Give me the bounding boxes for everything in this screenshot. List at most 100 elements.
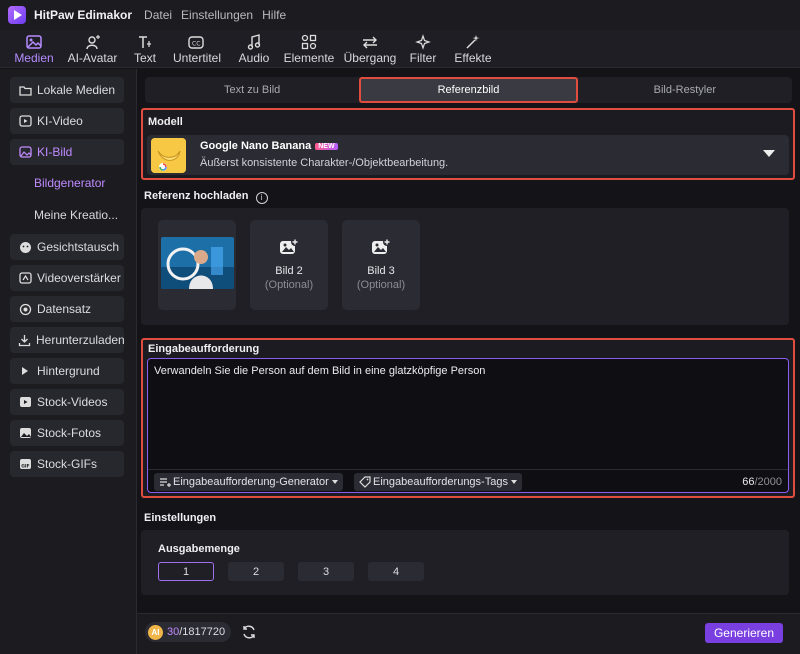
toolbar-uebergang[interactable]: Übergang	[339, 30, 401, 68]
toolbar-effekte-label: Effekte	[454, 51, 492, 65]
sidebar: Lokale Medien KI-Video KI-Bild Bildgener…	[0, 69, 137, 654]
credits-total: /1817720	[179, 626, 226, 638]
sidebar-item-label: Herunterzuladen	[36, 333, 125, 347]
model-thumbnail	[151, 138, 186, 173]
quantity-option-3[interactable]: 3	[298, 562, 354, 581]
menu-einstellungen[interactable]: Einstellungen	[181, 8, 253, 22]
avatar-icon	[85, 33, 101, 51]
add-image-icon	[371, 238, 391, 259]
reference-slot-2[interactable]: Bild 2 (Optional)	[250, 220, 328, 310]
toolbar-filter-label: Filter	[409, 51, 437, 65]
toolbar-medien[interactable]: Medien	[8, 30, 60, 68]
sidebar-subitem-meine-kreationen[interactable]: Meine Kreatio...	[10, 202, 124, 228]
main-toolbar: Medien AI-Avatar Text CC Untertitel Audi…	[0, 30, 800, 68]
sidebar-item-label: Stock-Fotos	[37, 426, 102, 440]
model-name: Google Nano Banana NEW	[200, 140, 338, 152]
output-quantity-label: Ausgabemenge	[158, 543, 240, 555]
generate-button[interactable]: Generieren	[705, 623, 783, 643]
stock-video-icon	[18, 395, 32, 409]
char-count-current: 66	[742, 476, 755, 488]
chevron-down-icon[interactable]	[763, 150, 775, 157]
prompt-section-title: Eingabeaufforderung	[148, 343, 260, 355]
audio-icon	[247, 33, 261, 51]
sidebar-item-videoverstaerker[interactable]: Videoverstärker	[10, 265, 124, 291]
credits-display: AI 30 /1817720	[145, 622, 232, 642]
slot-optional: (Optional)	[356, 279, 406, 291]
tab-text-zu-bild[interactable]: Text zu Bild	[145, 77, 359, 103]
sidebar-item-label: Lokale Medien	[37, 83, 116, 97]
reference-upload-area: Bild 2 (Optional) Bild 3 (Optional)	[141, 208, 789, 325]
slot-optional: (Optional)	[264, 279, 314, 291]
credits-used: 30	[167, 626, 180, 638]
sidebar-item-stock-gifs[interactable]: GIF Stock-GIFs	[10, 451, 124, 477]
info-icon[interactable]: i	[255, 192, 268, 204]
toolbar-audio[interactable]: Audio	[229, 30, 279, 68]
folder-icon	[18, 83, 32, 97]
toolbar-effekte[interactable]: Effekte	[445, 30, 501, 68]
text-icon	[137, 33, 153, 51]
menu-datei[interactable]: Datei	[144, 8, 172, 22]
tab-referenzbild[interactable]: Referenzbild	[359, 77, 578, 103]
reference-slot-3[interactable]: Bild 3 (Optional)	[342, 220, 420, 310]
ai-video-icon	[18, 114, 32, 128]
app-title: HitPaw Edimakor	[34, 8, 133, 22]
prompt-generator-icon	[159, 477, 171, 488]
app-logo-icon	[8, 6, 26, 24]
toolbar-text[interactable]: Text	[125, 30, 165, 68]
model-dropdown[interactable]: Google Nano Banana NEW Äußerst konsistent…	[147, 135, 789, 175]
new-badge: NEW	[315, 143, 338, 150]
menu-hilfe[interactable]: Hilfe	[262, 8, 286, 22]
sidebar-item-label: Datensatz	[37, 302, 92, 316]
prompt-tags-button[interactable]: Eingabeaufforderungs-Tags	[354, 473, 522, 491]
svg-text:GIF: GIF	[21, 463, 29, 469]
sidebar-item-stock-fotos[interactable]: Stock-Fotos	[10, 420, 124, 446]
transition-icon	[361, 33, 379, 51]
reference-slot-1[interactable]	[158, 220, 236, 310]
title-bar: HitPaw Edimakor Datei Einstellungen Hilf…	[0, 0, 800, 30]
toolbar-medien-label: Medien	[14, 51, 54, 65]
sidebar-item-lokale-medien[interactable]: Lokale Medien	[10, 77, 124, 103]
sidebar-item-gesichtstausch[interactable]: Gesichtstausch	[10, 234, 124, 260]
prompt-text: Verwandeln Sie die Person auf dem Bild i…	[154, 365, 486, 377]
model-description: Äußerst konsistente Charakter-/Objektbea…	[200, 157, 449, 169]
refresh-icon[interactable]	[241, 624, 257, 643]
prompt-footer: Eingabeaufforderung-Generator Eingabeauf…	[148, 469, 788, 493]
reference-title-text: Referenz hochladen	[144, 190, 249, 202]
prompt-generator-button[interactable]: Eingabeaufforderung-Generator	[154, 473, 343, 491]
quantity-option-1[interactable]: 1	[158, 562, 214, 581]
sidebar-item-herunterzuladen[interactable]: Herunterzuladen	[10, 327, 125, 353]
effects-icon	[465, 33, 481, 51]
background-icon	[18, 364, 32, 378]
filter-icon	[415, 33, 431, 51]
toolbar-untertitel[interactable]: CC Untertitel	[165, 30, 229, 68]
prompt-textarea[interactable]: Verwandeln Sie die Person auf dem Bild i…	[147, 358, 789, 493]
prompt-section: Eingabeaufforderung Verwandeln Sie die P…	[141, 338, 795, 498]
sidebar-item-ki-video[interactable]: KI-Video	[10, 108, 124, 134]
caret-down-icon	[331, 480, 338, 484]
quantity-option-2[interactable]: 2	[228, 562, 284, 581]
slot-name: Bild 3	[367, 265, 395, 277]
sidebar-item-stock-videos[interactable]: Stock-Videos	[10, 389, 124, 415]
slot-name: Bild 2	[275, 265, 303, 277]
sidebar-item-hintergrund[interactable]: Hintergrund	[10, 358, 124, 384]
sidebar-item-label: Gesichtstausch	[37, 240, 120, 254]
sidebar-subitem-bildgenerator[interactable]: Bildgenerator	[10, 170, 124, 196]
toolbar-audio-label: Audio	[238, 51, 270, 65]
subtitle-icon: CC	[188, 33, 206, 51]
sidebar-item-label: KI-Video	[37, 114, 83, 128]
tab-bild-restyler[interactable]: Bild-Restyler	[578, 77, 792, 103]
sidebar-item-datensatz[interactable]: Datensatz	[10, 296, 124, 322]
toolbar-uebergang-label: Übergang	[343, 51, 397, 65]
model-section-title: Modell	[148, 116, 183, 128]
sidebar-item-ki-bild[interactable]: KI-Bild	[10, 139, 124, 165]
sidebar-item-label: Stock-GIFs	[37, 457, 98, 471]
toolbar-elemente-label: Elemente	[283, 51, 335, 65]
toolbar-text-label: Text	[133, 51, 156, 65]
sidebar-item-label: Stock-Videos	[37, 395, 108, 409]
toolbar-filter[interactable]: Filter	[401, 30, 445, 68]
toolbar-ai-avatar-label: AI-Avatar	[67, 51, 118, 65]
toolbar-ai-avatar[interactable]: AI-Avatar	[60, 30, 125, 68]
model-name-text: Google Nano Banana	[200, 140, 312, 152]
toolbar-elemente[interactable]: Elemente	[279, 30, 339, 68]
quantity-option-4[interactable]: 4	[368, 562, 424, 581]
